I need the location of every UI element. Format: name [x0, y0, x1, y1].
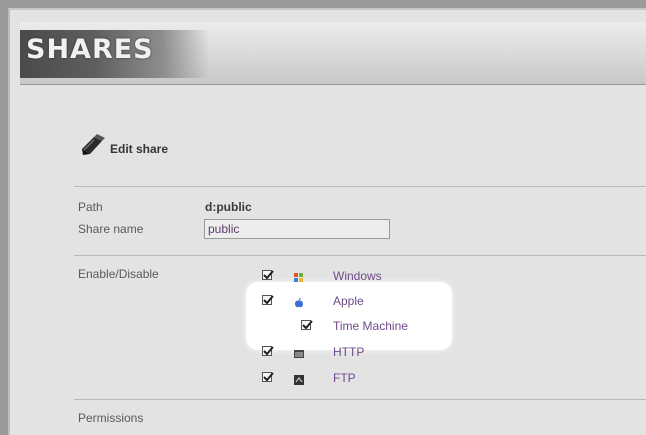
windows-checkbox[interactable] [262, 270, 274, 280]
section-heading-label: Edit share [110, 142, 169, 156]
http-label: HTTP [333, 345, 365, 359]
page-title: SHARES [26, 34, 154, 65]
ftp-checkbox[interactable] [262, 372, 274, 382]
http-checkbox[interactable] [262, 346, 274, 356]
share-name-label: Share name [78, 222, 144, 236]
ftp-label: FTP [333, 371, 356, 385]
section-heading: Edit share [78, 132, 168, 158]
enable-disable-label: Enable/Disable [78, 267, 159, 281]
ftp-icon [294, 372, 304, 385]
highlight-callout [246, 282, 452, 350]
path-value: d:public [205, 200, 252, 214]
path-label: Path [78, 200, 103, 214]
permissions-label: Permissions [78, 411, 144, 425]
windows-icon [294, 270, 304, 282]
title-block: SHARES [20, 30, 210, 78]
windows-label: Windows [333, 269, 382, 283]
apple-icon [294, 295, 304, 308]
divider [74, 186, 646, 187]
header-bar: SHARES [20, 22, 646, 85]
time-machine-checkbox[interactable] [301, 320, 313, 330]
pencil-icon [78, 132, 108, 158]
apple-label: Apple [333, 294, 364, 308]
apple-checkbox[interactable] [262, 295, 274, 305]
divider [74, 399, 646, 400]
divider [74, 255, 646, 256]
time-machine-label: Time Machine [333, 319, 408, 333]
share-name-input[interactable] [204, 219, 390, 239]
http-icon [294, 346, 304, 358]
